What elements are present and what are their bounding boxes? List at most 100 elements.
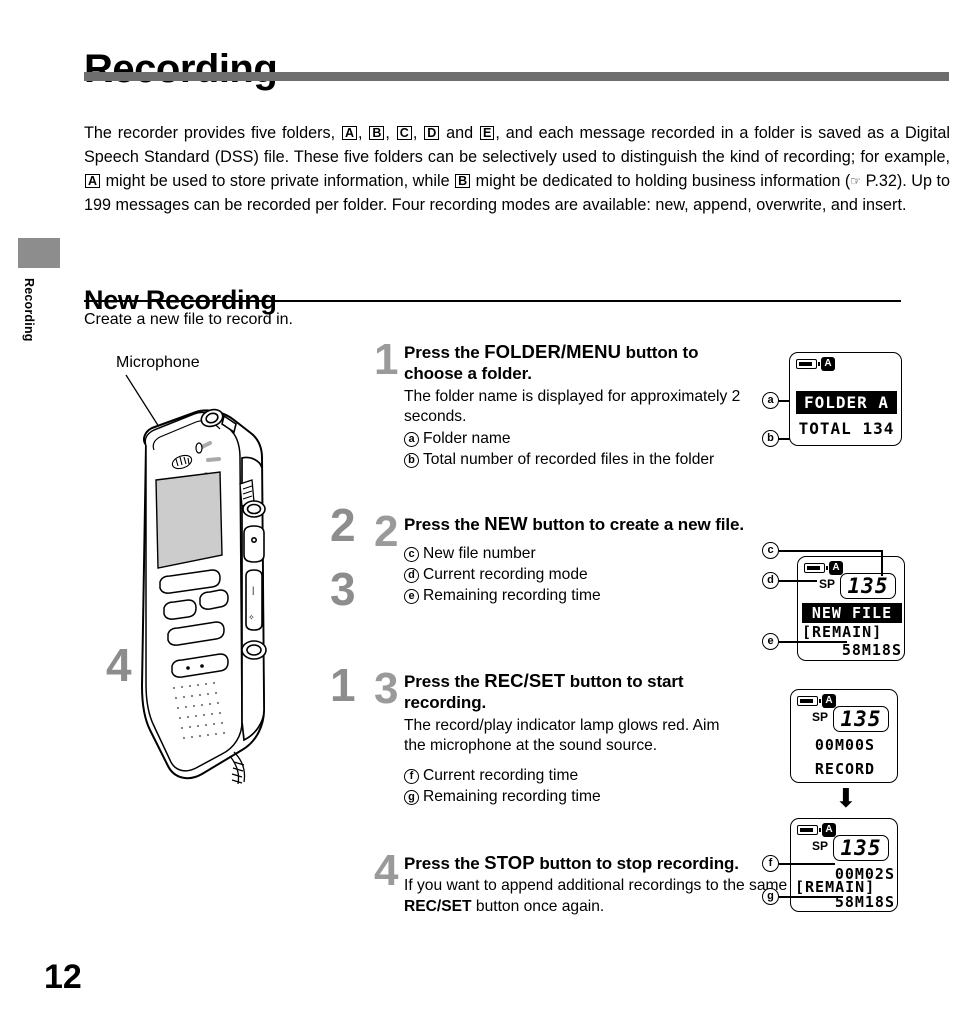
step-1-number: 1 — [374, 335, 399, 384]
folder-badge-c: C — [396, 126, 412, 141]
section-subtitle: Create a new file to record in. — [84, 311, 293, 328]
legend-marker-c: c — [404, 547, 419, 563]
legend-marker-g: g — [404, 789, 419, 805]
intro-text-1: The recorder provides five folders, — [84, 124, 341, 143]
legend-marker-f: f — [404, 768, 419, 784]
callout-number-2: 2 — [330, 499, 356, 551]
lcd1-status-bar: A — [796, 357, 835, 371]
folder-badge-a-2: A — [85, 173, 101, 188]
step-3-heading-pre: Press the — [404, 672, 485, 691]
step-4-heading-pre: Press the — [404, 854, 485, 873]
legend-marker-d: d — [404, 568, 419, 584]
battery-icon — [796, 359, 820, 369]
step-3-heading: Press the REC/SET button to start record… — [404, 669, 744, 714]
legend-item-e: e Remaining recording time — [404, 586, 744, 607]
chapter-tab-label: Recording — [22, 278, 36, 342]
lcd4-leader-g — [779, 896, 843, 898]
page-number: 12 — [44, 958, 82, 996]
step-2-heading-post: button to create a new file. — [527, 515, 744, 534]
step-1: 1 Press the FOLDER/MENU button to choose… — [374, 335, 744, 510]
flow-down-arrow-icon: ⬇ — [835, 783, 857, 813]
lcd-display-2: A SP 135 NEW FILE [REMAIN] 58M18S — [797, 556, 905, 661]
lcd2-callout-e: e — [762, 633, 779, 650]
lcd2-new-file: NEW FILE — [802, 603, 902, 623]
svg-text:✧: ✧ — [248, 613, 255, 622]
lcd2-recording-mode: SP — [819, 577, 836, 591]
legend-marker-e: e — [404, 588, 419, 604]
folder-indicator-icon: A — [829, 561, 843, 575]
legend-item-g: g Remaining recording time — [404, 787, 744, 808]
lcd3-status-bar: A — [797, 694, 836, 708]
legend-marker-a: a — [404, 431, 419, 447]
step-4-heading-button: STOP — [484, 852, 535, 873]
legend-item-a: a Folder name — [404, 429, 744, 450]
lcd2-leader-d — [779, 580, 817, 582]
battery-icon — [797, 696, 821, 706]
lcd-display-1: A FOLDER A TOTAL 134 — [789, 352, 902, 446]
lcd1-callout-b: b — [762, 430, 779, 447]
legend-label-f: Current recording time — [423, 766, 579, 784]
legend-item-f: f Current recording time — [404, 766, 744, 787]
step-1-text: The folder name is displayed for approxi… — [404, 387, 741, 426]
lcd4-file-number: 135 — [833, 835, 889, 861]
step-2-legend: c New file number d Current recording mode… — [404, 544, 744, 606]
lcd2-file-number: 135 — [840, 573, 896, 599]
folder-indicator-icon: A — [822, 823, 836, 837]
lcd3-current-time: 00M00S — [814, 736, 876, 754]
step-2-number: 2 — [374, 507, 399, 556]
steps-list: 1 Press the FOLDER/MENU button to choose… — [374, 335, 884, 920]
folder-indicator-icon: A — [821, 357, 835, 371]
lcd4-leader-f — [779, 863, 835, 865]
legend-label-e: Remaining recording time — [423, 586, 601, 604]
step-3-number: 3 — [374, 664, 399, 713]
step-1-legend: a Folder name b Total number of recorded f… — [404, 429, 744, 470]
legend-label-c: New file number — [423, 545, 536, 563]
step-1-heading-pre: Press the — [404, 343, 485, 362]
lcd1-leader-b — [778, 438, 790, 440]
step-2-heading: Press the NEW button to create a new fil… — [404, 512, 744, 535]
folder-badge-b-2: B — [455, 173, 471, 188]
intro-text-4: might be dedicated to holding business i… — [471, 171, 851, 190]
legend-item-c: c New file number — [404, 544, 744, 565]
recorder-illustration: Microphone | ✧ 2 3 1 4 — [84, 350, 374, 1024]
legend-label-d: Current recording mode — [423, 566, 588, 584]
lcd2-callout-c: c — [762, 542, 779, 559]
pointing-hand-icon: ☞ — [850, 173, 862, 188]
lcd2-leader-e — [779, 641, 847, 643]
lcd2-leader-c-h — [779, 550, 882, 552]
page-title: Recording — [84, 46, 278, 91]
step-4-text-post: button once again. — [471, 897, 605, 915]
folder-badge-e: E — [479, 126, 495, 141]
legend-item-d: d Current recording mode — [404, 565, 744, 586]
legend-marker-b: b — [404, 452, 419, 468]
title-divider — [84, 72, 949, 81]
folder-badge-b: B — [369, 126, 385, 141]
section-divider — [84, 300, 901, 303]
step-1-heading-button: FOLDER/MENU — [484, 341, 622, 362]
legend-label-g: Remaining recording time — [423, 787, 601, 805]
step-3-text: The record/play indicator lamp glows red… — [404, 716, 720, 755]
lcd4-callout-g: g — [762, 888, 779, 905]
lcd-display-3: A SP 135 00M00S RECORD — [790, 689, 898, 783]
lcd1-folder-name: FOLDER A — [796, 391, 897, 414]
lcd2-remain-label: [REMAIN] — [802, 623, 883, 641]
step-3-heading-button: REC/SET — [484, 670, 566, 691]
lcd1-callout-a: a — [762, 392, 779, 409]
callout-number-4: 4 — [106, 639, 132, 691]
lcd3-state: RECORD — [814, 760, 876, 778]
lcd1-total-count: TOTAL 134 — [798, 419, 895, 438]
callout-number-1: 1 — [330, 659, 356, 711]
step-3: 3 Press the REC/SET button to start reco… — [374, 664, 744, 849]
legend-label-a: Folder name — [423, 429, 511, 447]
lcd4-callout-f: f — [762, 855, 779, 872]
legend-label-b: Total number of recorded files in the fo… — [423, 450, 715, 468]
lcd3-file-number: 135 — [833, 706, 889, 732]
lcd4-status-bar: A — [797, 823, 836, 837]
microphone-label: Microphone — [116, 354, 200, 371]
step-4-text-button: REC/SET — [404, 897, 472, 915]
step-2: 2 Press the NEW button to create a new f… — [374, 507, 744, 667]
folder-badge-d: D — [424, 126, 440, 141]
battery-icon — [804, 563, 828, 573]
step-4-number: 4 — [374, 846, 399, 895]
legend-item-b: b Total number of recorded files in the f… — [404, 450, 744, 471]
